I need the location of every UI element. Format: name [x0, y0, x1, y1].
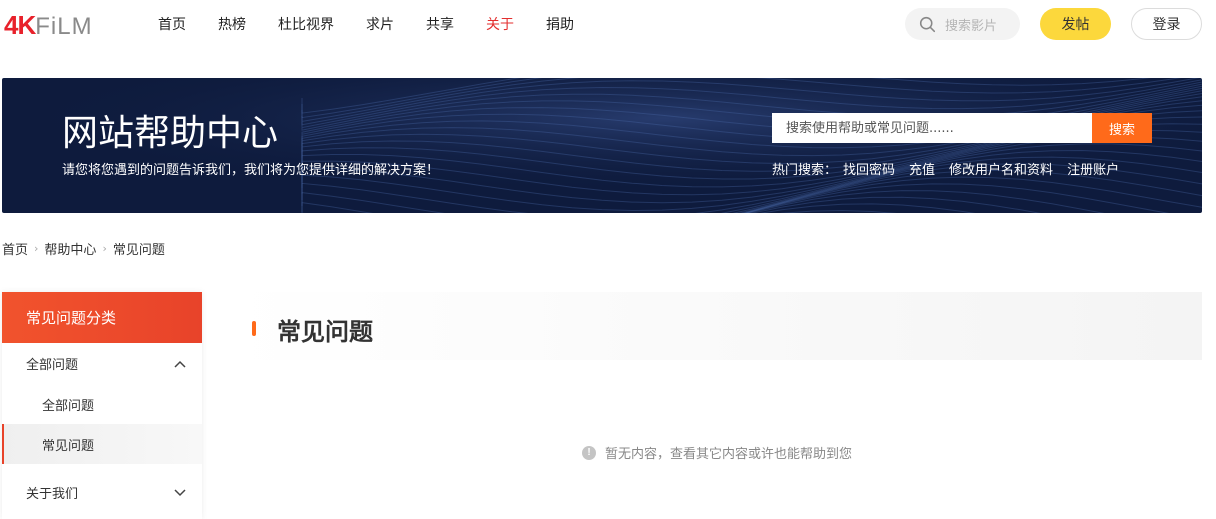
help-search-input[interactable] — [772, 113, 1092, 143]
sidebar-item-faq[interactable]: 常见问题 — [2, 424, 202, 464]
logo-part-4k: 4K — [4, 10, 36, 40]
nav-item-donate[interactable]: 捐助 — [546, 14, 574, 34]
empty-state-text: 暂无内容，查看其它内容或许也能帮助到您 — [605, 447, 853, 462]
nav-item-home[interactable]: 首页 — [158, 14, 186, 34]
help-search-button[interactable]: 搜索 — [1092, 113, 1152, 143]
banner-subtitle: 请您将您遇到的问题告诉我们，我们将为您提供详细的解决方案！ — [62, 163, 440, 178]
chevron-right-icon: › — [102, 242, 107, 255]
nav-item-about[interactable]: 关于 — [486, 14, 514, 34]
chevron-down-icon — [174, 488, 186, 496]
chevron-up-icon — [174, 360, 186, 368]
content-header: 常见问题 — [232, 292, 1202, 360]
nav-item-dolby-vision[interactable]: 杜比视界 — [278, 14, 334, 34]
faq-category-sidebar: 常见问题分类 全部问题 全部问题 常见问题 关于我们 — [2, 292, 202, 519]
help-center-banner: 网站帮助中心 请您将您遇到的问题告诉我们，我们将为您提供详细的解决方案！ 搜索 … — [2, 78, 1202, 213]
sidebar-item-all-questions[interactable]: 全部问题 — [2, 384, 202, 424]
hot-link-edit-profile[interactable]: 修改用户名和资料 — [949, 159, 1053, 178]
sidebar-group-label: 关于我们 — [26, 487, 79, 502]
hot-link-recover-password[interactable]: 找回密码 — [843, 159, 895, 178]
nav-item-share[interactable]: 共享 — [426, 14, 454, 34]
sidebar-group-all[interactable]: 全部问题 — [2, 343, 202, 384]
header-search-placeholder: 搜索影片 — [945, 18, 998, 34]
breadcrumb: 首页 › 帮助中心 › 常见问题 — [2, 239, 165, 258]
hot-searches: 热门搜索： 找回密码 充值 修改用户名和资料 注册账户 — [772, 159, 1133, 178]
hot-search-label: 热门搜索： — [772, 163, 838, 178]
breadcrumb-current: 常见问题 — [112, 243, 165, 258]
header-search[interactable]: 搜索影片 — [905, 8, 1020, 40]
search-icon — [919, 16, 936, 32]
info-icon: ! — [582, 445, 596, 460]
banner-title: 网站帮助中心 — [62, 113, 279, 154]
title-accent-bar — [252, 321, 256, 336]
sidebar-group-label: 全部问题 — [26, 358, 79, 373]
site-logo[interactable]: 4K FiLM — [4, 10, 93, 40]
nav-item-request[interactable]: 求片 — [366, 14, 394, 34]
post-button[interactable]: 发帖 — [1040, 8, 1111, 40]
sidebar-header: 常见问题分类 — [2, 292, 202, 343]
breadcrumb-help-center[interactable]: 帮助中心 — [44, 239, 96, 258]
chevron-right-icon: › — [34, 242, 39, 255]
empty-state: ! 暂无内容，查看其它内容或许也能帮助到您 — [582, 443, 852, 462]
hot-link-register[interactable]: 注册账户 — [1067, 159, 1119, 178]
logo-part-film: FiLM — [35, 13, 93, 40]
login-button[interactable]: 登录 — [1131, 8, 1202, 40]
nav-item-hot[interactable]: 热榜 — [218, 14, 246, 34]
page-title: 常见问题 — [277, 318, 373, 346]
sidebar-group-about-us[interactable]: 关于我们 — [2, 472, 202, 513]
breadcrumb-home[interactable]: 首页 — [2, 239, 28, 258]
main-nav: 首页 热榜 杜比视界 求片 共享 关于 捐助 — [142, 0, 590, 48]
top-navbar: 4K FiLM 首页 热榜 杜比视界 求片 共享 关于 捐助 搜索影片 发帖 登… — [0, 0, 1216, 48]
hot-link-recharge[interactable]: 充值 — [909, 159, 935, 178]
